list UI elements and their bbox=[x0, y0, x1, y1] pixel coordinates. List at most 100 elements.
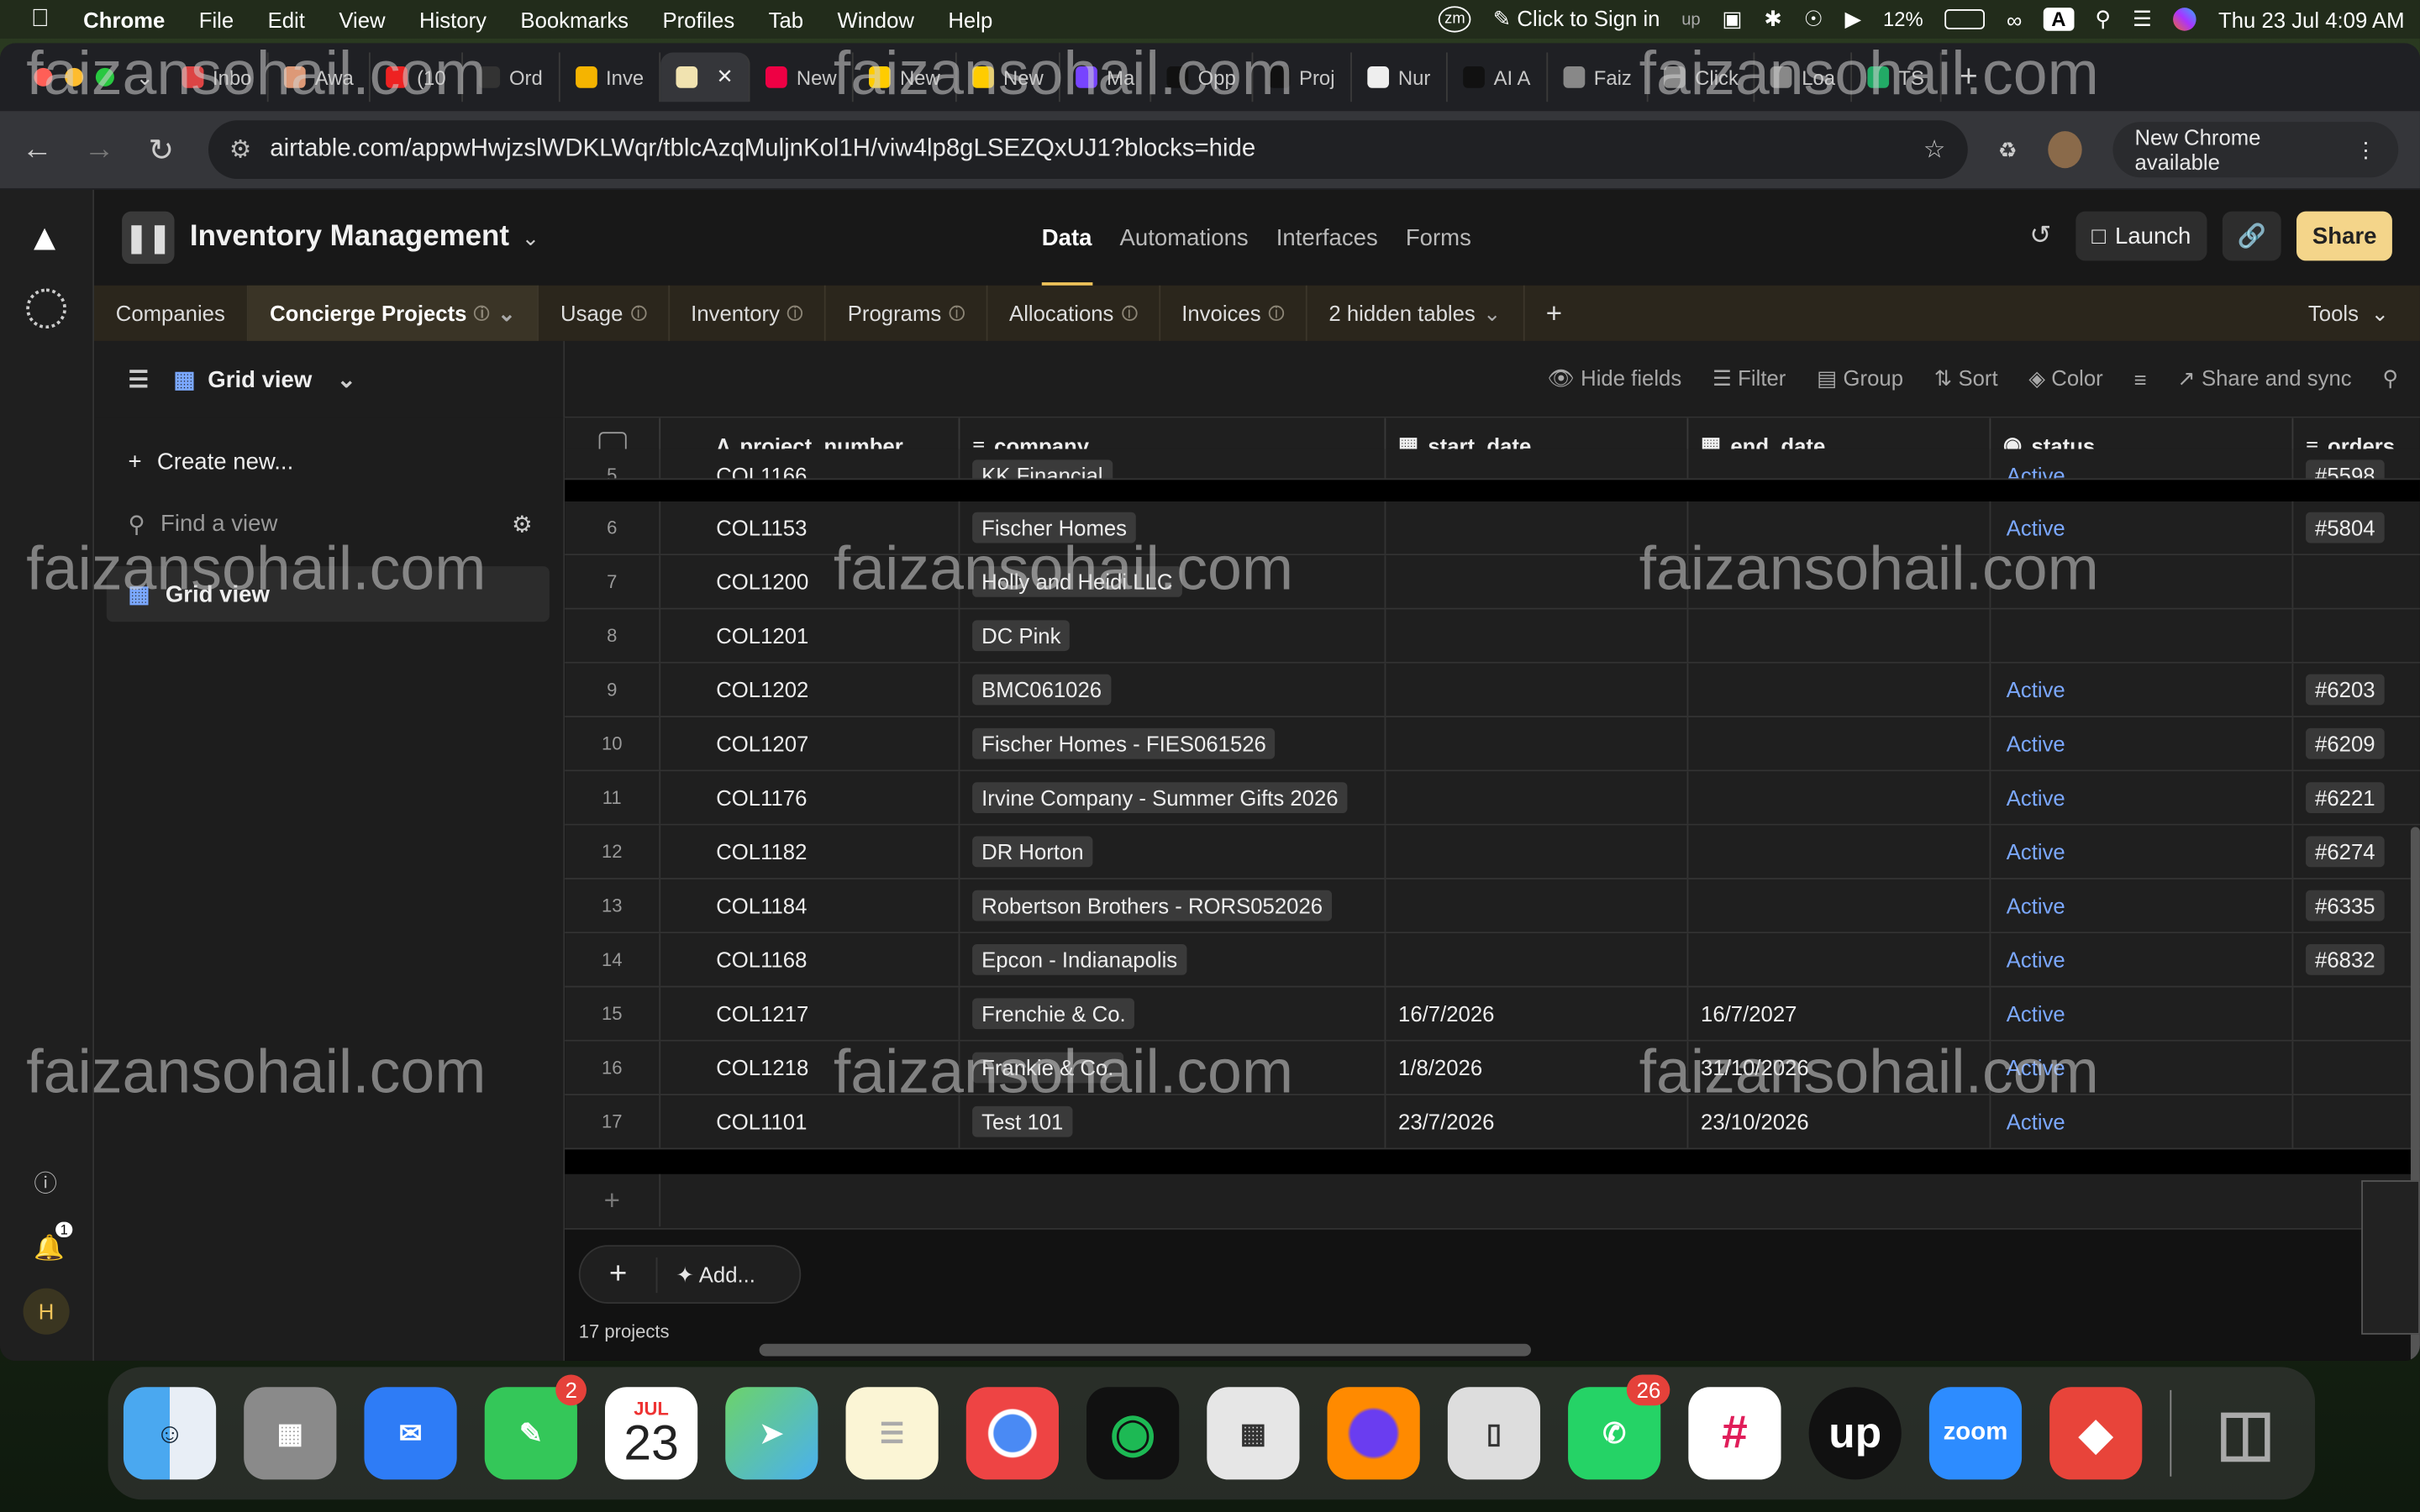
user-avatar[interactable]: H bbox=[23, 1288, 70, 1335]
link-icon[interactable]: ∞ bbox=[2007, 7, 2022, 31]
add-row-plus-icon[interactable]: + bbox=[565, 1173, 661, 1227]
cell-start-date[interactable] bbox=[1386, 879, 1689, 932]
messages-icon[interactable]: ✎ 2 bbox=[484, 1374, 587, 1480]
browser-tab[interactable]: Nur bbox=[1352, 52, 1448, 102]
cell-end-date[interactable] bbox=[1688, 449, 1991, 479]
cell-end-date[interactable] bbox=[1688, 717, 1991, 770]
cell-status[interactable]: Active bbox=[1991, 1095, 2294, 1148]
cell-company[interactable]: Test 101 bbox=[960, 1095, 1386, 1148]
cell-orders[interactable]: #6274 bbox=[2293, 826, 2420, 878]
extension-icon[interactable]: ♻ bbox=[1998, 137, 2018, 163]
row-height-icon[interactable]: ≡ bbox=[2133, 366, 2146, 391]
info-icon[interactable]: i bbox=[474, 305, 491, 322]
nav-tab-interfaces[interactable]: Interfaces bbox=[1276, 224, 1378, 250]
cell-company[interactable]: DC Pink bbox=[960, 609, 1386, 662]
help-icon[interactable]: ⓘ bbox=[34, 1167, 57, 1200]
cell-end-date[interactable] bbox=[1688, 609, 1991, 662]
table-tab-usage[interactable]: Usage i bbox=[539, 285, 670, 341]
airtable-logo-icon[interactable]: ▲ bbox=[26, 218, 63, 260]
hide-fields-button[interactable]: 👁 Hide fields bbox=[1547, 365, 1681, 391]
cell-status[interactable]: Active bbox=[1991, 987, 2294, 1040]
cell-start-date[interactable] bbox=[1386, 717, 1689, 770]
accessibility-icon[interactable]: ☉ bbox=[1804, 6, 1823, 32]
slack-icon[interactable]: # bbox=[1688, 1387, 1781, 1480]
table-tab-inventory[interactable]: Inventory i bbox=[669, 285, 827, 341]
battery-icon[interactable] bbox=[1944, 9, 1986, 29]
tab-search-chevron-icon[interactable]: ⌄ bbox=[136, 64, 155, 90]
browser-tab[interactable]: Ord bbox=[463, 52, 560, 102]
cell-company[interactable]: Robertson Brothers - RORS052026 bbox=[960, 879, 1386, 932]
table-row[interactable]: 12 COL1182 DR Horton Active #6274 bbox=[565, 825, 2420, 879]
reload-icon[interactable]: ↻ bbox=[145, 130, 176, 169]
table-tab-invoices[interactable]: Invoices i bbox=[1160, 285, 1307, 341]
cell-status[interactable]: Active bbox=[1991, 663, 2294, 717]
cell-status[interactable] bbox=[1991, 555, 2294, 608]
menu-app-name[interactable]: Chrome bbox=[83, 7, 165, 31]
horizontal-scrollbar[interactable] bbox=[759, 1343, 1532, 1357]
cell-start-date[interactable] bbox=[1386, 933, 1689, 986]
cell-start-date[interactable] bbox=[1386, 771, 1689, 824]
find-view-input[interactable]: ⚲ Find a view ⚙ bbox=[128, 511, 532, 538]
display-icon[interactable]: ▣ bbox=[1722, 6, 1742, 32]
cell-company[interactable]: Epcon - Indianapolis bbox=[960, 933, 1386, 986]
browser-tab[interactable]: Awa bbox=[269, 52, 371, 102]
cell-project-number[interactable]: COL1168 bbox=[660, 933, 960, 986]
nav-tab-automations[interactable]: Automations bbox=[1120, 224, 1249, 250]
browser-tab[interactable]: New bbox=[750, 52, 854, 102]
cell-orders[interactable] bbox=[2293, 1042, 2420, 1094]
cell-orders[interactable]: #5804 bbox=[2293, 501, 2420, 554]
menu-view[interactable]: View bbox=[339, 7, 385, 31]
table-row[interactable]: 5 COL1166 KK Financial Active #5598 bbox=[565, 449, 2420, 480]
upwork-status-icon[interactable]: up bbox=[1681, 10, 1700, 29]
upwork-icon[interactable]: up bbox=[1808, 1387, 1902, 1480]
table-row[interactable]: 15 COL1217 Frenchie & Co. 16/7/2026 16/7/202… bbox=[565, 987, 2420, 1042]
cell-start-date[interactable] bbox=[1386, 501, 1689, 554]
cell-project-number[interactable]: COL1166 bbox=[660, 449, 960, 479]
cell-status[interactable]: Active bbox=[1991, 717, 2294, 770]
cell-start-date[interactable] bbox=[1386, 555, 1689, 608]
info-icon[interactable]: i bbox=[1121, 305, 1137, 322]
menu-file[interactable]: File bbox=[199, 7, 234, 31]
table-tab-allocations[interactable]: Allocations i bbox=[987, 285, 1160, 341]
cell-status[interactable]: Active bbox=[1991, 501, 2294, 554]
cell-end-date[interactable] bbox=[1688, 555, 1991, 608]
cell-company[interactable]: Frankie & Co. bbox=[960, 1041, 1386, 1095]
menu-bookmarks[interactable]: Bookmarks bbox=[520, 7, 629, 31]
cell-end-date[interactable] bbox=[1688, 933, 1991, 986]
browser-tab[interactable]: (10 bbox=[371, 52, 463, 102]
chrome-icon[interactable] bbox=[965, 1387, 1059, 1480]
close-window-button[interactable] bbox=[34, 67, 53, 87]
info-icon[interactable]: i bbox=[949, 305, 965, 322]
color-button[interactable]: ◈ Color bbox=[2028, 365, 2102, 391]
browser-tab[interactable]: Ma bbox=[1060, 52, 1152, 102]
cell-project-number[interactable]: COL1182 bbox=[660, 825, 960, 879]
table-row[interactable]: 7 COL1200 Holly and Heidi LLC bbox=[565, 555, 2420, 610]
share-sync-button[interactable]: ↗ Share and sync bbox=[2177, 365, 2351, 391]
chevron-down-icon[interactable]: ⌄ bbox=[497, 300, 516, 326]
cell-project-number[interactable]: COL1217 bbox=[660, 987, 960, 1040]
cell-company[interactable]: KK Financial bbox=[960, 449, 1386, 479]
siri-icon[interactable] bbox=[2173, 8, 2197, 31]
view-list-item-grid[interactable]: ▦ Grid view bbox=[106, 566, 550, 622]
back-arrow-icon[interactable]: ← bbox=[22, 132, 53, 167]
cell-start-date[interactable] bbox=[1386, 609, 1689, 662]
omnibox[interactable]: ⚙ airtable.com/appwHwjzslWDKLWqr/tblcAzq… bbox=[208, 120, 1967, 180]
browser-tab[interactable]: Faiz bbox=[1548, 52, 1649, 102]
cell-start-date[interactable]: 16/7/2026 bbox=[1386, 987, 1689, 1040]
cell-end-date[interactable] bbox=[1688, 771, 1991, 824]
cell-orders[interactable]: #6335 bbox=[2293, 879, 2420, 932]
cell-orders[interactable]: #5598 bbox=[2293, 449, 2420, 479]
omni-icon[interactable] bbox=[26, 288, 66, 329]
notification-bell-icon[interactable]: 🔔 1 bbox=[34, 1221, 73, 1264]
minimize-window-button[interactable] bbox=[65, 67, 84, 87]
cell-project-number[interactable]: COL1153 bbox=[660, 501, 960, 554]
cell-orders[interactable]: #6832 bbox=[2293, 933, 2420, 985]
cell-company[interactable]: DR Horton bbox=[960, 825, 1386, 879]
cell-end-date[interactable]: 16/7/2027 bbox=[1688, 987, 1991, 1040]
cell-company[interactable]: Fischer Homes - FIES061526 bbox=[960, 717, 1386, 770]
base-icon[interactable]: ❚❚ bbox=[122, 211, 175, 265]
menu-edit[interactable]: Edit bbox=[268, 7, 305, 31]
play-icon[interactable]: ▶ bbox=[1844, 6, 1861, 32]
calculator-icon[interactable]: ▦ bbox=[1207, 1387, 1300, 1480]
table-row[interactable]: 9 COL1202 BMC061026 Active #6203 bbox=[565, 663, 2420, 718]
